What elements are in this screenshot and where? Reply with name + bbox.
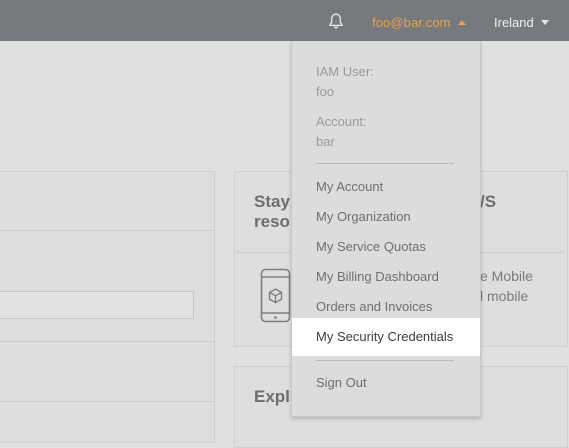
region-selector[interactable]: Ireland bbox=[494, 13, 549, 31]
menu-item-my-organization[interactable]: My Organization bbox=[292, 202, 480, 232]
mobile-app-icon bbox=[260, 268, 291, 323]
account-value: bar bbox=[316, 134, 335, 149]
top-navigation-bar: foo@bar.com Ireland bbox=[0, 0, 569, 41]
menu-item-my-security-credentials[interactable]: My Security Credentials bbox=[292, 318, 480, 356]
explore-heading: Expl bbox=[254, 387, 290, 406]
menu-item-sign-out[interactable]: Sign Out bbox=[292, 368, 480, 398]
menu-item-my-billing-dashboard[interactable]: My Billing Dashboard bbox=[292, 262, 480, 292]
card-text-line1: e Mobile bbox=[480, 268, 533, 284]
card-text-line2: l mobile bbox=[480, 288, 529, 304]
panel-divider bbox=[0, 341, 214, 342]
menu-separator bbox=[316, 163, 454, 164]
caret-up-icon bbox=[457, 19, 466, 25]
card-heading-line2: reso bbox=[254, 212, 290, 231]
bell-icon[interactable] bbox=[327, 12, 345, 30]
account-dropdown-menu: IAM User: foo Account: bar My Account My… bbox=[291, 41, 481, 417]
panel-divider bbox=[0, 230, 214, 231]
account-menu-button[interactable]: foo@bar.com bbox=[372, 13, 466, 31]
panel-divider bbox=[0, 401, 214, 402]
caret-down-icon bbox=[540, 19, 549, 25]
menu-item-my-account[interactable]: My Account bbox=[292, 172, 480, 202]
menu-item-my-service-quotas[interactable]: My Service Quotas bbox=[292, 232, 480, 262]
account-email: foo@bar.com bbox=[372, 14, 451, 30]
region-label: Ireland bbox=[494, 14, 534, 30]
search-input[interactable] bbox=[0, 291, 194, 319]
iam-user-value: foo bbox=[316, 84, 335, 99]
card-heading-line1: Stay bbox=[254, 192, 290, 211]
account-label: Account: bbox=[316, 114, 367, 129]
iam-user-label: IAM User: bbox=[316, 64, 374, 79]
menu-separator bbox=[316, 360, 454, 361]
card-heading-line1-end: /S bbox=[480, 192, 497, 211]
